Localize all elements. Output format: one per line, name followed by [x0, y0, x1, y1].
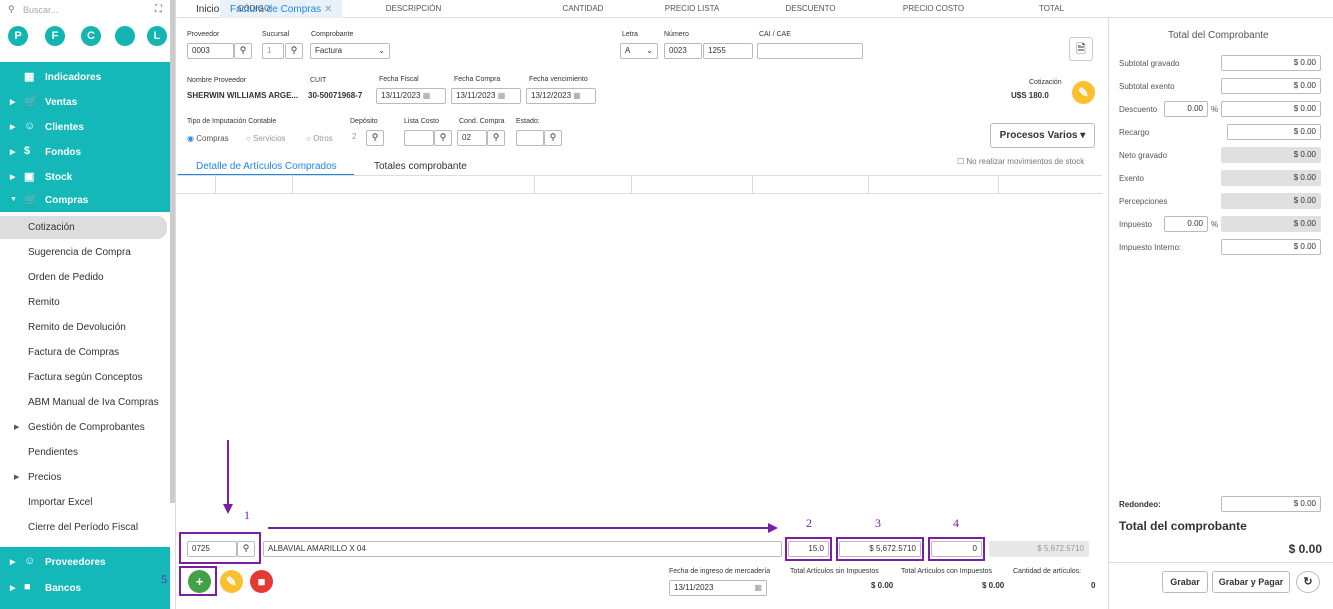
- total-comprobante-label: Total del comprobante: [1119, 519, 1247, 533]
- add-button[interactable]: +: [188, 570, 211, 593]
- impuesto-value: $ 0.00: [1221, 216, 1321, 232]
- divider: [1108, 562, 1333, 563]
- impuesto-interno-value[interactable]: $ 0.00: [1221, 239, 1321, 255]
- grabar-pagar-button[interactable]: Grabar y Pagar: [1212, 571, 1290, 593]
- redondeo-value[interactable]: $ 0.00: [1221, 496, 1321, 512]
- impuesto-label: Impuesto: [1119, 220, 1152, 229]
- edit-icon[interactable]: ✎: [220, 570, 243, 593]
- cantidad-articulos-label: Cantidad de artículos:: [1013, 568, 1082, 575]
- percent-sign: %: [1211, 105, 1219, 114]
- neto-gravado-label: Neto gravado: [1119, 151, 1168, 160]
- impuesto-pct-input[interactable]: 0.00: [1164, 216, 1208, 232]
- subtotal-gravado-value[interactable]: $ 0.00: [1221, 55, 1321, 71]
- subtotal-exento-value[interactable]: $ 0.00: [1221, 78, 1321, 94]
- delete-icon[interactable]: ■: [250, 570, 273, 593]
- grabar-button[interactable]: Grabar: [1162, 571, 1208, 593]
- subtotal-gravado-label: Subtotal gravado: [1119, 59, 1180, 68]
- con-imp-label: Total Artículos con Impuestos: [901, 568, 993, 575]
- redondeo-label: Redondeo:: [1119, 500, 1161, 509]
- fecha-ingreso-label: Fecha de ingreso de mercadería: [669, 568, 771, 575]
- annotation-2: 2: [806, 516, 812, 530]
- descuento-pct-input[interactable]: 0.00: [1164, 101, 1208, 117]
- refresh-icon[interactable]: ↻: [1296, 571, 1320, 593]
- panel-divider: [1108, 18, 1109, 609]
- percent-sign: %: [1211, 220, 1219, 229]
- calendar-icon: ▦: [754, 583, 762, 592]
- cantidad-articulos-value: 0: [1091, 581, 1096, 590]
- sin-imp-label: Total Artículos sin Impuestos: [790, 568, 879, 575]
- annotation-3: 3: [875, 516, 881, 530]
- annotation-arrows: [223, 440, 778, 533]
- annotation-4: 4: [953, 516, 959, 530]
- con-imp-value: $ 0.00: [982, 581, 1005, 590]
- exento-value: $ 0.00: [1221, 170, 1321, 186]
- descuento-value[interactable]: $ 0.00: [1221, 101, 1321, 117]
- neto-gravado-value: $ 0.00: [1221, 147, 1321, 163]
- sin-imp-value: $ 0.00: [871, 581, 894, 590]
- impuesto-interno-label: Impuesto Interno:: [1119, 243, 1182, 252]
- subtotal-exento-label: Subtotal exento: [1119, 82, 1175, 91]
- annotation-1: 1: [244, 508, 250, 522]
- total-comprobante-value: $ 0.00: [1288, 542, 1322, 556]
- fecha-ingreso-input[interactable]: 13/11/2023 ▦: [669, 580, 767, 596]
- recargo-value[interactable]: $ 0.00: [1227, 124, 1321, 140]
- fecha-value: 13/11/2023: [674, 583, 714, 592]
- percepciones-value: $ 0.00: [1221, 193, 1321, 209]
- exento-label: Exento: [1119, 174, 1144, 183]
- totals-title: Total del Comprobante: [1168, 30, 1269, 41]
- percepciones-label: Percepciones: [1119, 197, 1168, 206]
- descuento-label: Descuento: [1119, 105, 1158, 114]
- recargo-label: Recargo: [1119, 128, 1150, 137]
